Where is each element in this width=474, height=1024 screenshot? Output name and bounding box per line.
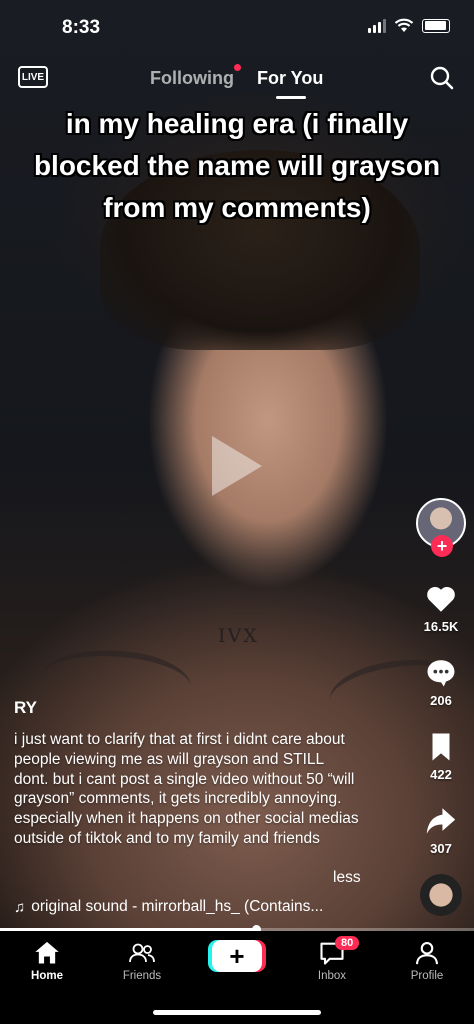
bookmark-icon	[432, 733, 450, 761]
inbox-badge: 80	[335, 936, 360, 950]
create-button[interactable]: +	[212, 940, 262, 972]
home-indicator	[153, 1010, 321, 1015]
follow-plus-icon[interactable]: +	[431, 535, 453, 557]
music-note-icon: ♫	[14, 898, 26, 916]
action-rail: + 16.5K 206 422 307	[416, 498, 466, 856]
creator-avatar[interactable]: +	[416, 498, 466, 557]
following-new-dot	[234, 64, 241, 71]
post-description[interactable]: i just want to clarify that at first i d…	[14, 730, 359, 849]
home-icon	[35, 941, 59, 964]
heart-icon	[427, 586, 455, 612]
chest-tattoo-left	[36, 639, 194, 727]
nav-inbox-label: Inbox	[317, 970, 347, 982]
battery-icon	[422, 18, 450, 33]
comment-button[interactable]: 206	[424, 656, 458, 708]
video-caption-overlay: in my healing era (i finally blocked the…	[33, 108, 441, 223]
search-icon[interactable]	[430, 66, 454, 90]
sound-disc-icon[interactable]	[420, 874, 462, 916]
tab-following[interactable]: Following	[150, 68, 234, 89]
save-count: 422	[430, 767, 452, 782]
share-button[interactable]: 307	[424, 804, 458, 856]
signal-icon	[368, 18, 386, 33]
nav-inbox[interactable]: 80 Inbox	[297, 936, 367, 982]
status-icons	[368, 18, 450, 33]
less-button[interactable]: less	[333, 869, 361, 887]
comment-icon	[427, 660, 455, 687]
plus-icon: +	[229, 940, 245, 971]
bottom-nav: Home Friends + 80 Inbox Profile	[0, 931, 474, 1024]
share-icon	[426, 808, 456, 834]
nav-home-label: Home	[31, 970, 63, 982]
nav-friends-label: Friends	[122, 970, 162, 982]
wifi-icon	[394, 18, 414, 32]
neck-tattoo-text: IVX	[218, 625, 259, 647]
profile-icon	[416, 942, 438, 965]
save-button[interactable]: 422	[424, 730, 458, 782]
like-count: 16.5K	[423, 619, 459, 634]
nav-home[interactable]: Home	[12, 939, 82, 982]
sound-title: original sound - mirrorball_hs_ (Contain…	[31, 898, 324, 915]
nav-profile-label: Profile	[410, 970, 444, 982]
comment-count: 206	[430, 693, 452, 708]
live-icon[interactable]: LIVE	[18, 66, 48, 88]
friends-icon	[129, 943, 155, 963]
nav-friends[interactable]: Friends	[107, 939, 177, 982]
nav-profile[interactable]: Profile	[392, 939, 462, 982]
like-button[interactable]: 16.5K	[423, 582, 459, 634]
video-screen[interactable]: IVX 8:33 LIVE Following For You in my he…	[0, 0, 474, 1024]
tab-active-underline	[276, 96, 306, 99]
play-icon[interactable]	[212, 436, 262, 496]
sound-link[interactable]: ♫ original sound - mirrorball_hs_ (Conta…	[14, 898, 374, 916]
share-count: 307	[430, 841, 452, 856]
author-name[interactable]: RY	[14, 698, 37, 718]
tab-for-you[interactable]: For You	[257, 68, 323, 89]
status-time: 8:33	[62, 17, 101, 38]
